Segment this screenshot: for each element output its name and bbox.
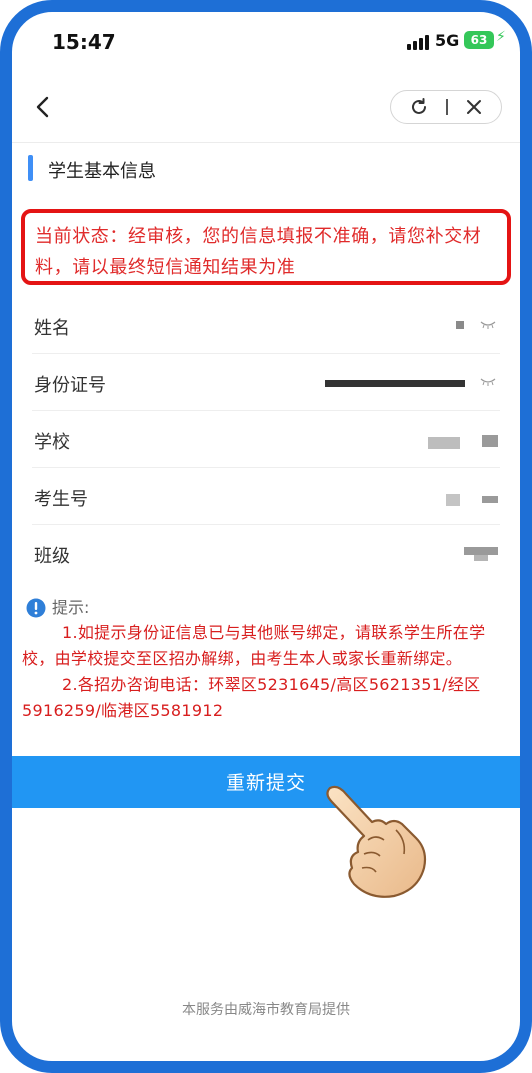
student-info-list: 姓名 身份证号 学校 考生号 班级: [12, 297, 520, 582]
masked-value: [464, 547, 498, 555]
masked-value: [446, 494, 460, 506]
phone-frame: 15:47 5G 63 ⚡ 学生基本信息 当前状态：经审核，您的信息填报不准确，…: [0, 0, 532, 1073]
masked-value: [456, 321, 464, 329]
eye-closed-icon[interactable]: [480, 378, 496, 386]
masked-value: [428, 437, 460, 449]
nav-bar: [12, 72, 520, 142]
info-row-school: 学校: [12, 411, 520, 468]
masked-value: [325, 380, 465, 387]
masked-value: [474, 555, 488, 561]
pointing-hand-icon: [326, 785, 427, 898]
network-type: 5G: [435, 31, 460, 50]
info-row-name: 姓名: [12, 297, 520, 354]
info-label: 身份证号: [34, 375, 106, 396]
back-icon[interactable]: [32, 95, 56, 119]
battery-level: 63: [464, 31, 494, 49]
refresh-icon[interactable]: [409, 97, 429, 117]
section-header: 学生基本信息: [12, 147, 520, 197]
info-label: 班级: [34, 546, 70, 567]
charging-icon: ⚡: [496, 29, 506, 45]
info-label: 考生号: [34, 489, 88, 510]
masked-value: [482, 435, 498, 447]
resubmit-button[interactable]: 重新提交: [12, 756, 520, 808]
masked-value: [482, 496, 498, 503]
info-icon: [26, 598, 46, 618]
tip-item: 1.如提示身份证信息已与其他账号绑定，请联系学生所在学校，由学校提交至区招办解绑…: [22, 623, 486, 668]
capsule-divider: [446, 99, 448, 115]
screen: 15:47 5G 63 ⚡ 学生基本信息 当前状态：经审核，您的信息填报不准确，…: [12, 12, 520, 1061]
section-accent-bar: [28, 155, 33, 181]
status-notice-box: 当前状态：经审核，您的信息填报不准确，请您补交材料，请以最终短信通知结果为准: [21, 209, 511, 285]
mini-program-capsule: [390, 90, 502, 124]
tip-item: 2.各招办咨询电话：环翠区5231645/高区5621351/经区5916259…: [22, 675, 481, 720]
info-row-class: 班级: [12, 525, 520, 582]
status-bar: 15:47 5G 63 ⚡: [12, 12, 520, 72]
tips-body: 1.如提示身份证信息已与其他账号绑定，请联系学生所在学校，由学校提交至区招办解绑…: [22, 620, 512, 724]
nav-divider: [12, 142, 520, 143]
status-notice-text: 当前状态：经审核，您的信息填报不准确，请您补交材料，请以最终短信通知结果为准: [35, 226, 482, 278]
close-icon[interactable]: [465, 98, 483, 116]
eye-closed-icon[interactable]: [480, 321, 496, 329]
info-label: 学校: [34, 432, 70, 453]
info-row-exam-number: 考生号: [12, 468, 520, 525]
footer-text: 本服务由威海市教育局提供: [182, 1002, 350, 1018]
info-label: 姓名: [34, 318, 70, 339]
info-row-id-number: 身份证号: [12, 354, 520, 411]
signal-icon: [407, 34, 431, 50]
status-time: 15:47: [52, 30, 116, 54]
tips-title: 提示:: [52, 598, 90, 617]
section-title: 学生基本信息: [48, 161, 156, 182]
